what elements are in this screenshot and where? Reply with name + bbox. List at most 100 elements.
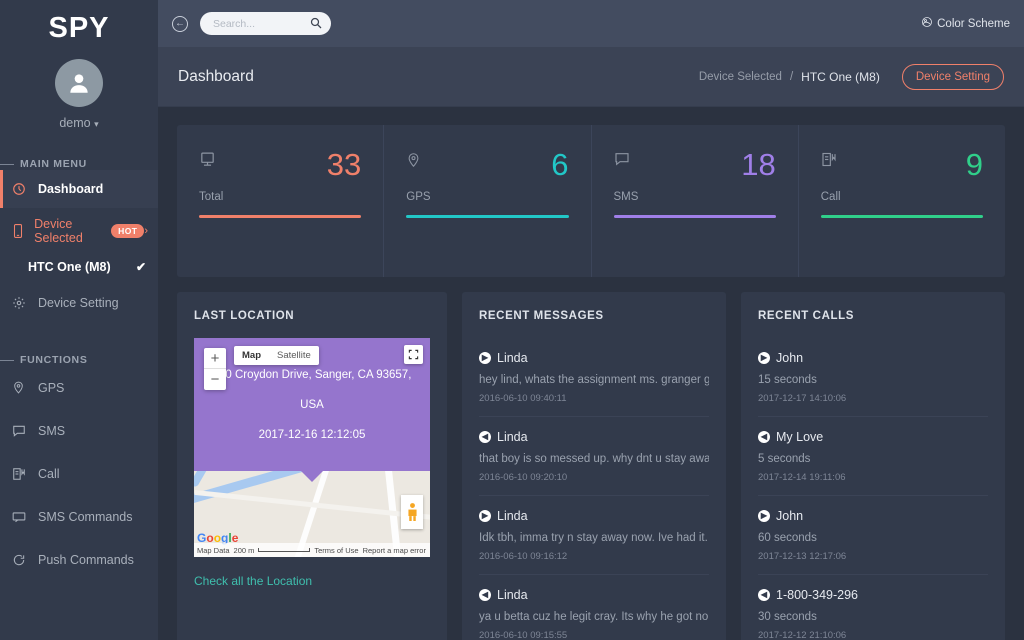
map-data-label: Map Data <box>197 546 230 555</box>
call-log-icon <box>821 151 837 173</box>
check-icon: ✔ <box>136 260 146 274</box>
call-duration: 5 seconds <box>758 453 988 465</box>
message-text: ya u betta cuz he legit cray. Its why he… <box>479 611 709 623</box>
call-contact: John <box>776 351 803 365</box>
call-row[interactable]: ◀ 1-800-349-296 30 seconds 2017-12-12 21… <box>758 575 988 640</box>
sidebar-item-push-commands[interactable]: Push Commands <box>0 538 158 581</box>
message-row[interactable]: ◀ Linda that boy is so messed up. why dn… <box>479 417 709 496</box>
sidebar-subitem-htc-one-m8[interactable]: HTC One (M8) ✔ <box>0 250 158 284</box>
breadcrumb-separator: / <box>790 71 793 83</box>
search-input[interactable] <box>200 12 331 35</box>
stat-label: Total <box>199 191 361 203</box>
sidebar-item-dashboard[interactable]: Dashboard <box>0 170 158 208</box>
section-label: FUNCTIONS <box>20 354 88 366</box>
report-map-error-link[interactable]: Report a map error <box>363 546 426 555</box>
message-row[interactable]: ◀ Linda ya u betta cuz he legit cray. It… <box>479 575 709 640</box>
message-header: ◀ Linda <box>479 588 709 602</box>
call-row[interactable]: ◀ My Love 5 seconds 2017-12-14 19:11:06 <box>758 417 988 496</box>
panel-title: RECENT MESSAGES <box>479 310 709 322</box>
stat-top: 6 <box>406 151 568 179</box>
message-header: ▶ Linda <box>479 509 709 523</box>
message-header: ◀ Linda <box>479 430 709 444</box>
message-text: hey lind, whats the assignment ms. grang… <box>479 374 709 386</box>
sidebar-item-label: GPS <box>38 381 64 395</box>
message-contact: Linda <box>497 588 528 602</box>
section-dash <box>0 360 14 361</box>
sidebar-item-label: Call <box>38 467 60 481</box>
stat-progress-bar <box>821 215 983 218</box>
map-type-map-button[interactable]: Map <box>234 350 269 361</box>
sidebar-item-sms-commands[interactable]: SMS Commands <box>0 495 158 538</box>
sidebar-item-sms[interactable]: SMS <box>0 409 158 452</box>
sidebar-item-label: Push Commands <box>38 553 134 567</box>
user-name-label: demo <box>59 116 90 130</box>
zoom-out-button[interactable]: − <box>204 369 226 390</box>
call-row[interactable]: ▶ John 15 seconds 2017-12-17 14:10:06 <box>758 338 988 417</box>
gear-icon <box>12 296 30 310</box>
sidebar-item-call[interactable]: Call <box>0 452 158 495</box>
call-timestamp: 2017-12-14 19:11:06 <box>758 472 988 483</box>
stat-top: 33 <box>199 151 361 179</box>
breadcrumb-current: HTC One (M8) <box>801 70 880 84</box>
chevron-down-icon: ▾ <box>94 119 99 129</box>
call-header: ◀ My Love <box>758 430 988 444</box>
street-view-pegman[interactable] <box>401 495 423 529</box>
mobile-icon <box>12 224 26 238</box>
stat-card-gps: 6 GPS <box>383 125 590 277</box>
message-row[interactable]: ▶ Linda Idk tbh, imma try n stay away no… <box>479 496 709 575</box>
message-row[interactable]: ▶ Linda hey lind, whats the assignment m… <box>479 338 709 417</box>
sidebar-item-label: Device Selected <box>34 217 105 245</box>
content-area: 33 Total 6 GPS <box>158 107 1024 640</box>
call-duration: 30 seconds <box>758 611 988 623</box>
palette-icon <box>921 16 933 31</box>
chat-bubble-icon <box>12 424 30 438</box>
user-menu[interactable]: demo ▾ <box>0 116 158 130</box>
message-text: that boy is so messed up. why dnt u stay… <box>479 453 709 465</box>
stat-value: 33 <box>327 151 361 179</box>
call-row[interactable]: ▶ John 60 seconds 2017-12-13 12:17:06 <box>758 496 988 575</box>
map-fullscreen-button[interactable] <box>404 345 423 364</box>
call-header: ▶ John <box>758 509 988 523</box>
breadcrumb-parent[interactable]: Device Selected <box>699 71 782 83</box>
page-header: Dashboard Device Selected / HTC One (M8)… <box>158 47 1024 107</box>
device-setting-button[interactable]: Device Setting <box>902 64 1004 90</box>
stat-progress-bar <box>406 215 568 218</box>
call-contact: My Love <box>776 430 823 444</box>
sidebar-item-device-selected[interactable]: Device Selected HOT › <box>0 212 158 250</box>
sidebar-item-label: SMS Commands <box>38 510 132 524</box>
panel-recent-messages: RECENT MESSAGES ▶ Linda hey lind, whats … <box>462 292 726 640</box>
map-zoom-control: + − <box>204 348 226 390</box>
sidebar-item-device-setting[interactable]: Device Setting <box>0 284 158 322</box>
zoom-in-button[interactable]: + <box>204 348 226 369</box>
color-scheme-button[interactable]: Color Scheme <box>921 16 1010 31</box>
search-container <box>200 12 331 35</box>
stat-label: SMS <box>614 191 776 203</box>
direction-out-icon: ▶ <box>758 352 770 364</box>
terms-of-use-link[interactable]: Terms of Use <box>314 546 358 555</box>
call-contact: John <box>776 509 803 523</box>
sidebar-subitem-label: HTC One (M8) <box>28 260 111 274</box>
stat-card-sms: 18 SMS <box>591 125 798 277</box>
refresh-icon <box>12 553 30 567</box>
sidebar-item-gps[interactable]: GPS <box>0 366 158 409</box>
user-icon <box>66 70 92 96</box>
map-type-satellite-button[interactable]: Satellite <box>269 350 319 361</box>
stat-value: 9 <box>966 151 983 179</box>
panel-last-location: LAST LOCATION 630 Croydon Drive, Sanger,… <box>177 292 447 640</box>
direction-out-icon: ▶ <box>479 510 491 522</box>
sidebar-collapse-icon[interactable]: ← <box>172 16 188 32</box>
sidebar-item-label: SMS <box>38 424 65 438</box>
call-header: ▶ John <box>758 351 988 365</box>
check-all-location-link[interactable]: Check all the Location <box>194 574 312 588</box>
map-type-control: Map Satellite <box>234 346 319 365</box>
message-contact: Linda <box>497 509 528 523</box>
call-timestamp: 2017-12-12 21:10:06 <box>758 630 988 640</box>
call-header: ◀ 1-800-349-296 <box>758 588 988 602</box>
direction-in-icon: ◀ <box>479 589 491 601</box>
direction-in-icon: ◀ <box>479 431 491 443</box>
message-text: Idk tbh, imma try n stay away now. Ive h… <box>479 532 709 544</box>
call-log-icon <box>12 467 30 481</box>
stat-progress-bar <box>199 215 361 218</box>
map-canvas[interactable]: 630 Croydon Drive, Sanger, CA 93657, USA… <box>194 338 430 557</box>
info-window-tail <box>301 471 323 482</box>
